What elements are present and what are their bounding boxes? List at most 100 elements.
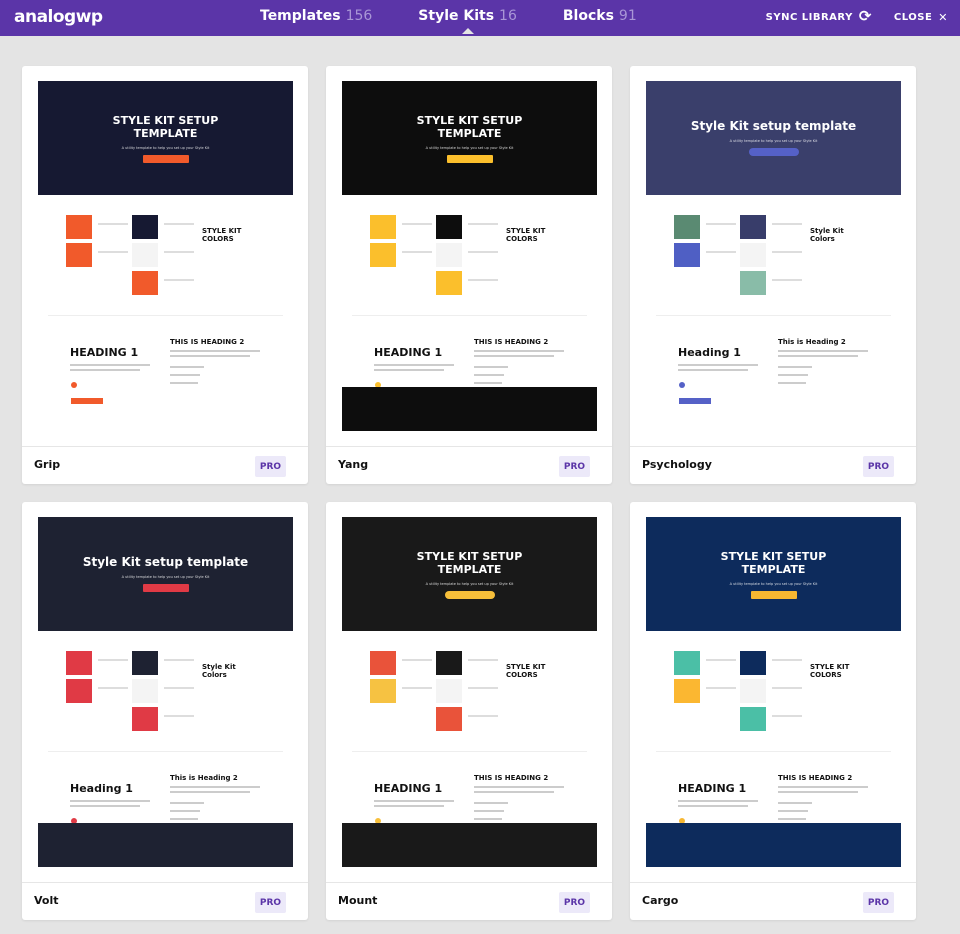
color-swatch	[674, 679, 700, 703]
tab-blocks[interactable]: Blocks 91	[563, 8, 637, 24]
preview-typography: Heading 1 This is Heading 2	[646, 316, 901, 431]
top-bar: analogwp Templates 156 Style Kits 16 Block…	[0, 0, 960, 36]
text-line	[170, 786, 260, 788]
color-swatch	[436, 271, 462, 295]
swatch-label-line	[164, 687, 194, 689]
text-line	[374, 364, 454, 366]
kit-preview-image[interactable]: STYLE KIT SETUP TEMPLATE A utility templa…	[646, 517, 901, 867]
card-footer: Yang PRO	[326, 446, 612, 484]
close-button[interactable]: CLOSE	[894, 12, 932, 23]
text-line	[778, 786, 868, 788]
swatch-label-line	[772, 279, 802, 281]
tab-style-kits[interactable]: Style Kits 16	[418, 8, 517, 34]
kit-preview-image[interactable]: STYLE KIT SETUP TEMPLATE A utility templa…	[342, 81, 597, 431]
preview-swatches: Style Kit Colors	[646, 195, 901, 315]
card-footer: Mount PRO	[326, 882, 612, 920]
text-line	[778, 366, 812, 368]
kit-preview-image[interactable]: STYLE KIT SETUP TEMPLATE A utility templa…	[38, 81, 293, 431]
preview-swatches: Style Kit Colors	[38, 631, 293, 751]
text-line	[778, 810, 808, 812]
pro-badge: PRO	[863, 892, 894, 913]
colors-heading: STYLE KIT COLORS	[506, 663, 546, 679]
swatch-label-line	[402, 687, 432, 689]
preview-button	[142, 584, 189, 592]
pro-badge: PRO	[863, 456, 894, 477]
preview-dark-band	[38, 823, 293, 867]
tab-label: Style Kits	[418, 8, 495, 24]
text-line	[778, 374, 808, 376]
swatch-label-line	[772, 251, 802, 253]
text-line	[374, 369, 444, 371]
text-line	[374, 800, 454, 802]
swatch-label-line	[98, 687, 128, 689]
swatch-label-line	[164, 715, 194, 717]
swatch-label-line	[402, 659, 432, 661]
text-line	[170, 802, 204, 804]
sample-button	[679, 398, 711, 404]
preview-dark-band	[646, 823, 901, 867]
preview-button	[444, 590, 495, 599]
tab-label: Templates	[260, 8, 341, 24]
color-swatch	[370, 651, 396, 675]
kit-preview-image[interactable]: Style Kit setup template A utility templa…	[38, 517, 293, 867]
color-swatch	[370, 243, 396, 267]
preview-hero: STYLE KIT SETUP TEMPLATE A utility templa…	[342, 517, 597, 631]
style-kit-card[interactable]: STYLE KIT SETUP TEMPLATE A utility templa…	[22, 66, 308, 484]
text-line	[678, 369, 748, 371]
preview-hero: STYLE KIT SETUP TEMPLATE A utility templa…	[646, 517, 901, 631]
color-swatch	[132, 679, 158, 703]
preview-swatches: STYLE KIT COLORS	[646, 631, 901, 751]
swatch-label-line	[468, 687, 498, 689]
preview-button	[446, 154, 493, 163]
preview-hero: STYLE KIT SETUP TEMPLATE A utility templa…	[38, 81, 293, 195]
color-swatch	[132, 651, 158, 675]
tab-templates[interactable]: Templates 156	[260, 8, 372, 24]
card-footer: Cargo PRO	[630, 882, 916, 920]
style-kit-card[interactable]: Style Kit setup template A utility templa…	[22, 502, 308, 920]
colors-heading: Style Kit Colors	[202, 663, 236, 679]
preview-button	[748, 148, 799, 156]
text-line	[474, 791, 554, 793]
swatch-label-line	[772, 687, 802, 689]
style-kit-card[interactable]: STYLE KIT SETUP TEMPLATE A utility templa…	[326, 502, 612, 920]
sync-library-button[interactable]: SYNC LIBRARY	[766, 12, 853, 23]
swatch-label-line	[772, 659, 802, 661]
card-footer: Volt PRO	[22, 882, 308, 920]
swatch-label-line	[706, 687, 736, 689]
text-line	[778, 355, 858, 357]
swatch-label-line	[402, 251, 432, 253]
color-swatch	[66, 679, 92, 703]
sync-icon[interactable]: ⟳	[859, 7, 872, 25]
kit-preview-image[interactable]: Style Kit setup template A utility templa…	[646, 81, 901, 431]
tab-label: Blocks	[562, 8, 614, 24]
style-kit-card[interactable]: STYLE KIT SETUP TEMPLATE A utility templa…	[326, 66, 612, 484]
style-kit-card[interactable]: Style Kit setup template A utility templa…	[630, 66, 916, 484]
text-line	[778, 350, 868, 352]
pro-badge: PRO	[559, 456, 590, 477]
close-icon[interactable]: ✕	[938, 11, 948, 24]
color-swatch	[740, 271, 766, 295]
color-swatch	[740, 679, 766, 703]
style-kit-card[interactable]: STYLE KIT SETUP TEMPLATE A utility templa…	[630, 502, 916, 920]
text-line	[70, 369, 140, 371]
swatch-label-line	[468, 251, 498, 253]
feature-icon	[71, 382, 77, 388]
swatch-label-line	[164, 251, 194, 253]
heading-2-sample: THIS IS HEADING 2	[170, 338, 245, 346]
colors-heading: STYLE KIT COLORS	[506, 227, 546, 243]
text-line	[170, 374, 200, 376]
tab-count: 91	[618, 8, 637, 24]
text-line	[170, 810, 200, 812]
color-swatch	[132, 215, 158, 239]
text-line	[170, 366, 204, 368]
pro-badge: PRO	[255, 456, 286, 477]
kit-name: Mount	[338, 894, 378, 907]
text-line	[778, 382, 806, 384]
preview-dark-band	[342, 823, 597, 867]
swatch-label-line	[98, 659, 128, 661]
swatch-label-line	[772, 223, 802, 225]
color-swatch	[132, 243, 158, 267]
preview-swatches: STYLE KIT COLORS	[342, 631, 597, 751]
preview-swatches: STYLE KIT COLORS	[38, 195, 293, 315]
kit-preview-image[interactable]: STYLE KIT SETUP TEMPLATE A utility templa…	[342, 517, 597, 867]
